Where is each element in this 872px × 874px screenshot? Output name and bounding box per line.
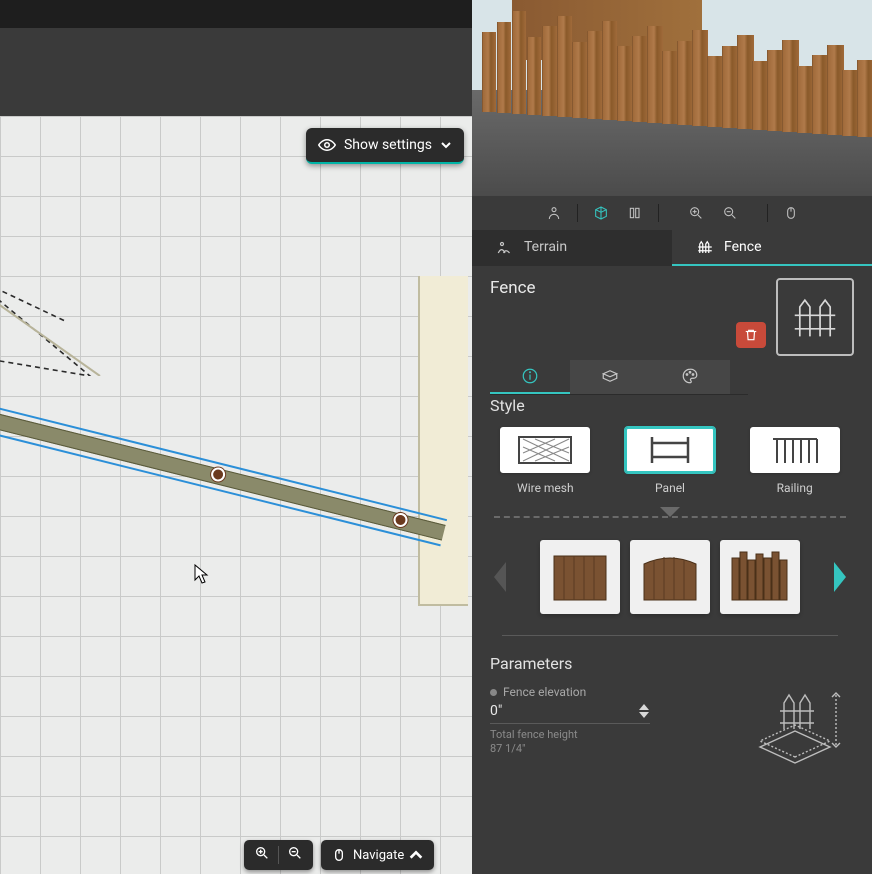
object-type-icon-box: [776, 278, 854, 356]
fence-elevation-value: 0": [490, 703, 502, 719]
cursor-pointer-icon: [192, 563, 210, 585]
dashed-separator: [494, 507, 846, 527]
style-row: Wire mesh Panel: [490, 427, 850, 495]
preview-zoom-out-button[interactable]: [715, 200, 745, 226]
mouse-icon: [783, 205, 799, 221]
fence-panel-arched-icon: [638, 548, 702, 606]
preview-toolbar: [472, 196, 872, 230]
divider: [278, 846, 279, 864]
fence-elevation-label: Fence elevation: [490, 685, 722, 699]
canvas-bottom-toolbar: Navigate: [244, 840, 434, 870]
person-icon: [546, 205, 562, 221]
left-2d-pane: Show settings Navigate: [0, 0, 472, 874]
fence-tab-icon: [696, 238, 714, 256]
zoom-out-icon: [722, 205, 738, 221]
carousel-next-button[interactable]: [830, 537, 850, 617]
terrain-icon: [496, 238, 514, 256]
wall-outline: [418, 276, 468, 606]
elevation-icon: [627, 205, 643, 221]
trash-icon: [744, 328, 758, 342]
panel-thumb-icon: [640, 433, 700, 467]
delete-button[interactable]: [736, 322, 766, 348]
toolbar-strip: [0, 28, 472, 116]
fence-diagram-icon: [740, 685, 850, 775]
canvas-2d[interactable]: [0, 116, 472, 874]
parameters-section-title: Parameters: [490, 654, 850, 673]
object-tabs: Terrain Fence: [472, 230, 872, 266]
chevron-down-icon: [440, 139, 452, 151]
show-settings-button[interactable]: Show settings: [306, 128, 464, 164]
wiremesh-thumb-icon: [515, 433, 575, 467]
parameters-area: Fence elevation 0" Total fence height 87…: [490, 685, 850, 775]
zoom-in-icon: [688, 205, 704, 221]
view-orbit-button[interactable]: [586, 200, 616, 226]
navigate-label: Navigate: [353, 848, 404, 863]
tab-terrain[interactable]: Terrain: [472, 230, 672, 266]
preview-zoom-in-button[interactable]: [681, 200, 711, 226]
panel-title: Fence: [490, 278, 536, 298]
tab-fence[interactable]: Fence: [672, 230, 872, 266]
fence-panel-flat-icon: [548, 548, 612, 606]
subtab-materials[interactable]: [570, 360, 650, 394]
zoom-out-button[interactable]: [287, 845, 303, 865]
fence-panel-staggered-icon: [728, 548, 792, 606]
separator: [658, 204, 659, 222]
panel-scroll[interactable]: Style Wire mesh: [490, 396, 862, 866]
style-panel[interactable]: Panel: [615, 427, 726, 495]
preview-3d[interactable]: [472, 0, 872, 200]
eye-icon: [318, 136, 336, 154]
zoom-group: [244, 840, 313, 870]
titlebar-strip: [0, 0, 472, 28]
separator: [502, 635, 838, 636]
style-carousel: [490, 537, 850, 617]
chevron-right-icon: [832, 562, 848, 592]
mouse-icon: [331, 847, 347, 863]
carousel-item-arched[interactable]: [630, 540, 710, 614]
brick-icon: [601, 367, 619, 385]
style-railing-label: Railing: [777, 481, 813, 495]
fence-large-icon: [788, 290, 842, 344]
separator: [577, 204, 578, 222]
navigate-button[interactable]: Navigate: [321, 840, 434, 870]
tab-fence-label: Fence: [724, 239, 762, 255]
style-railing[interactable]: Railing: [739, 427, 850, 495]
chevron-down-icon: [638, 711, 650, 719]
show-settings-label: Show settings: [344, 137, 432, 153]
properties-panel: Fence Style: [472, 266, 872, 874]
style-wiremesh[interactable]: Wire mesh: [490, 427, 601, 495]
preview-mouse-button[interactable]: [776, 200, 806, 226]
style-wiremesh-label: Wire mesh: [517, 481, 574, 495]
carousel-prev-button[interactable]: [490, 537, 510, 617]
total-height-value: 87 1/4": [490, 742, 722, 756]
subtab-info[interactable]: [490, 360, 570, 394]
total-height-label: Total fence height: [490, 728, 722, 742]
view-elevation-button[interactable]: [620, 200, 650, 226]
zoom-in-button[interactable]: [254, 845, 270, 865]
chevron-up-icon: [638, 703, 650, 711]
cube-icon: [593, 205, 609, 221]
zoom-out-icon: [287, 845, 303, 861]
panel-subtabs: [490, 360, 748, 395]
subtab-palette[interactable]: [650, 360, 730, 394]
railing-thumb-icon: [765, 433, 825, 467]
chevron-left-icon: [492, 562, 508, 592]
tab-terrain-label: Terrain: [524, 239, 567, 255]
parameter-diagram: [740, 685, 850, 775]
zoom-in-icon: [254, 845, 270, 861]
fence-elevation-stepper[interactable]: [638, 703, 650, 719]
style-section-title: Style: [490, 396, 850, 415]
style-panel-label: Panel: [655, 481, 685, 495]
roof-dash-outline: [0, 276, 110, 376]
info-icon: [521, 367, 539, 385]
fence-elevation-field[interactable]: 0": [490, 701, 650, 724]
view-person-button[interactable]: [539, 200, 569, 226]
carousel-item-flat[interactable]: [540, 540, 620, 614]
separator: [767, 204, 768, 222]
carousel-item-staggered[interactable]: [720, 540, 800, 614]
palette-icon: [681, 367, 699, 385]
chevron-up-icon: [408, 847, 424, 863]
